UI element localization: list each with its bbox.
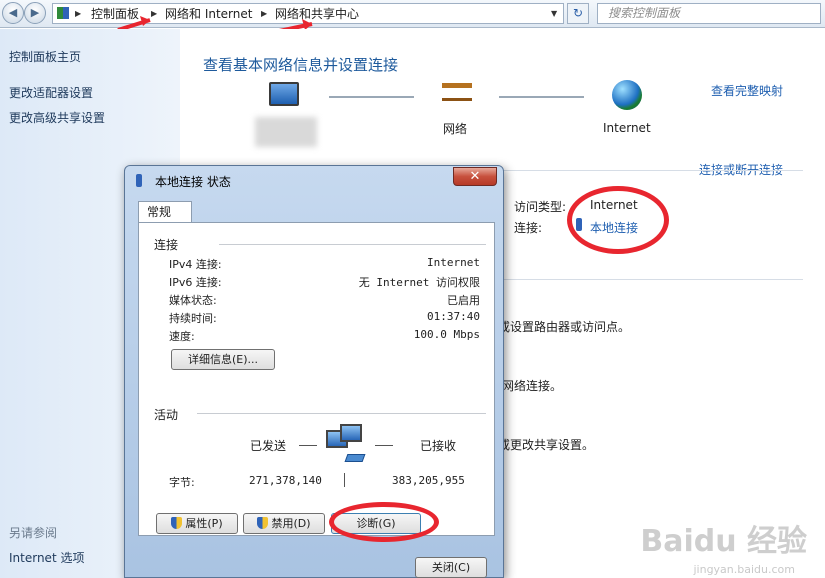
row-value: 已启用 [447,294,480,307]
properties-button[interactable]: 属性(P) [156,513,238,534]
disable-button[interactable]: 禁用(D) [243,513,325,534]
row-value: Internet [427,256,480,269]
blurred-computer-name [255,117,317,147]
globe-icon [612,80,642,110]
connection-label: 连接: [514,221,543,235]
row-value: 100.0 Mbps [413,328,480,341]
shield-icon [171,517,183,529]
sidebar-item-home[interactable]: 控制面板主页 [9,48,81,65]
row-label: 速度: [169,330,195,343]
computer-icon [269,82,299,106]
bench-icon [442,83,472,101]
network-status-icon [136,174,142,187]
watermark-url: jingyan.baidu.com [693,563,795,576]
row-label: 媒体状态: [169,294,217,307]
bytes-received-value: 383,205,955 [392,474,465,487]
received-label: 已接收 [420,439,457,453]
baidu-watermark: Baidu 经验 [640,524,807,559]
network-label: 网络 [443,122,468,136]
internet-label: Internet [603,121,651,135]
tab-general[interactable]: 常规 [138,201,192,223]
connection-line [329,96,414,98]
network-activity-icon [326,424,366,468]
task-fragment: 或更改共享设置。 [498,438,595,452]
sidebar-item-advanced-sharing[interactable]: 更改高级共享设置 [9,109,105,126]
sidebar-item-internet-options[interactable]: Internet 选项 [9,549,84,566]
row-label: 持续时间: [169,312,217,325]
bytes-sent-value: 271,378,140 [249,474,322,487]
task-fragment: 或设置路由器或访问点。 [498,320,631,334]
shield-icon [257,517,269,529]
received-dash [375,445,393,446]
annotation-ellipse [567,186,669,254]
properties-button-label: 属性(P) [185,517,223,530]
dialog-title: 本地连接 状态 [155,175,231,189]
local-connection-status-dialog: 本地连接 状态 ✕ 常规 连接 IPv4 连接: Internet IPv6 连… [124,165,504,578]
connection-group-label: 连接 [154,238,179,252]
page-title: 查看基本网络信息并设置连接 [203,56,399,74]
group-divider [219,244,486,245]
task-fragment: 网络连接。 [502,379,563,393]
bytes-label: 字节: [169,476,195,489]
access-type-label: 访问类型: [514,200,567,214]
view-full-map-link[interactable]: 查看完整映射 [711,82,783,99]
annotation-ellipse [329,502,439,542]
general-panel: 连接 IPv4 连接: Internet IPv6 连接: 无 Internet… [138,222,495,536]
row-label: IPv6 连接: [169,276,222,289]
group-divider [197,413,486,414]
activity-group-label: 活动 [154,408,179,422]
sent-label: 已发送 [250,439,287,453]
activity-divider [344,473,345,487]
close-button[interactable]: 关闭(C) [415,557,487,578]
details-button[interactable]: 详细信息(E)... [171,349,275,370]
row-label: IPv4 连接: [169,258,222,271]
connection-line [499,96,584,98]
close-icon[interactable]: ✕ [453,167,497,186]
see-also-heading: 另请参阅 [9,526,58,540]
sent-dash [299,445,317,446]
disable-button-label: 禁用(D) [271,517,311,530]
sidebar-item-adapter-settings[interactable]: 更改适配器设置 [9,84,93,101]
row-value: 01:37:40 [427,310,480,323]
row-value: 无 Internet 访问权限 [358,276,480,289]
